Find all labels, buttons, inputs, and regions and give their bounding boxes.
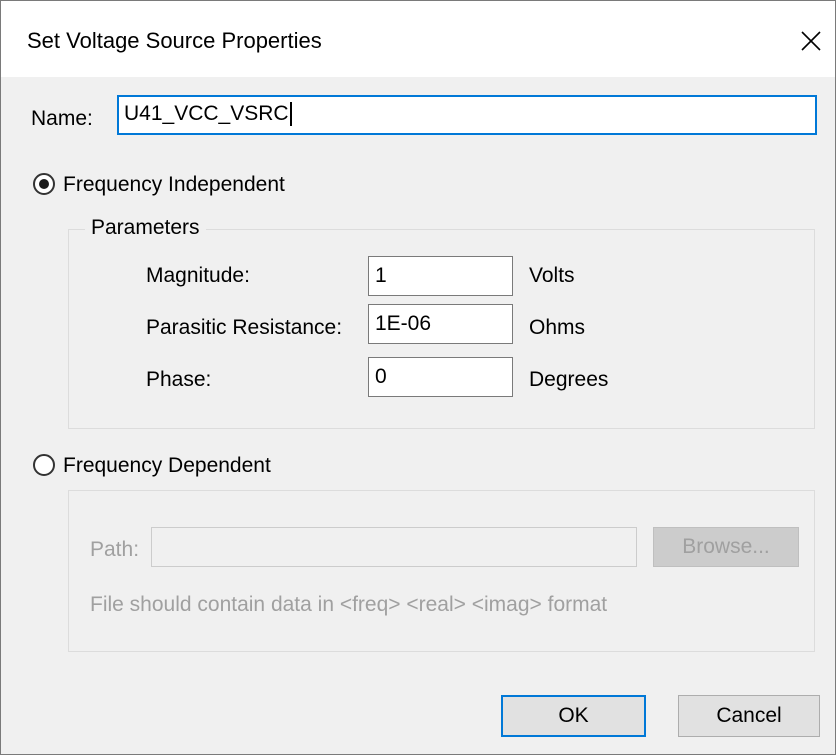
magnitude-unit: Volts xyxy=(529,264,575,287)
dialog-window: Set Voltage Source Properties Name: U41_… xyxy=(0,0,836,755)
name-label: Name: xyxy=(31,107,93,130)
phase-label: Phase: xyxy=(146,368,212,391)
freq-independent-radio[interactable] xyxy=(33,173,55,195)
parameters-group-title: Parameters xyxy=(85,216,206,240)
format-hint: File should contain data in <freq> <real… xyxy=(90,593,608,616)
freq-dependent-label[interactable]: Frequency Dependent xyxy=(63,454,271,478)
freq-independent-label[interactable]: Frequency Independent xyxy=(63,173,285,197)
ok-button[interactable]: OK xyxy=(501,695,646,737)
phase-unit: Degrees xyxy=(529,368,609,391)
magnitude-input-value: 1 xyxy=(375,264,387,287)
resistance-label: Parasitic Resistance: xyxy=(146,316,343,339)
magnitude-input[interactable]: 1 xyxy=(368,256,513,296)
phase-input-value: 0 xyxy=(375,365,387,388)
name-input[interactable]: U41_VCC_VSRC xyxy=(117,95,817,135)
close-icon[interactable] xyxy=(791,21,831,61)
resistance-unit: Ohms xyxy=(529,316,586,339)
title-bar: Set Voltage Source Properties xyxy=(1,1,835,77)
radio-selected-dot xyxy=(39,179,49,189)
resistance-input[interactable]: 1E-06 xyxy=(368,304,513,344)
freq-dependent-group xyxy=(68,490,815,652)
path-input[interactable] xyxy=(151,527,637,567)
dialog-title: Set Voltage Source Properties xyxy=(27,28,322,53)
cancel-button[interactable]: Cancel xyxy=(678,695,820,737)
phase-input[interactable]: 0 xyxy=(368,357,513,397)
resistance-input-value: 1E-06 xyxy=(375,312,432,335)
browse-button[interactable]: Browse... xyxy=(653,527,799,567)
path-label: Path: xyxy=(90,538,140,561)
freq-dependent-radio[interactable] xyxy=(33,454,55,476)
name-input-value: U41_VCC_VSRC xyxy=(124,102,289,125)
text-caret xyxy=(289,102,292,127)
magnitude-label: Magnitude: xyxy=(146,264,250,287)
